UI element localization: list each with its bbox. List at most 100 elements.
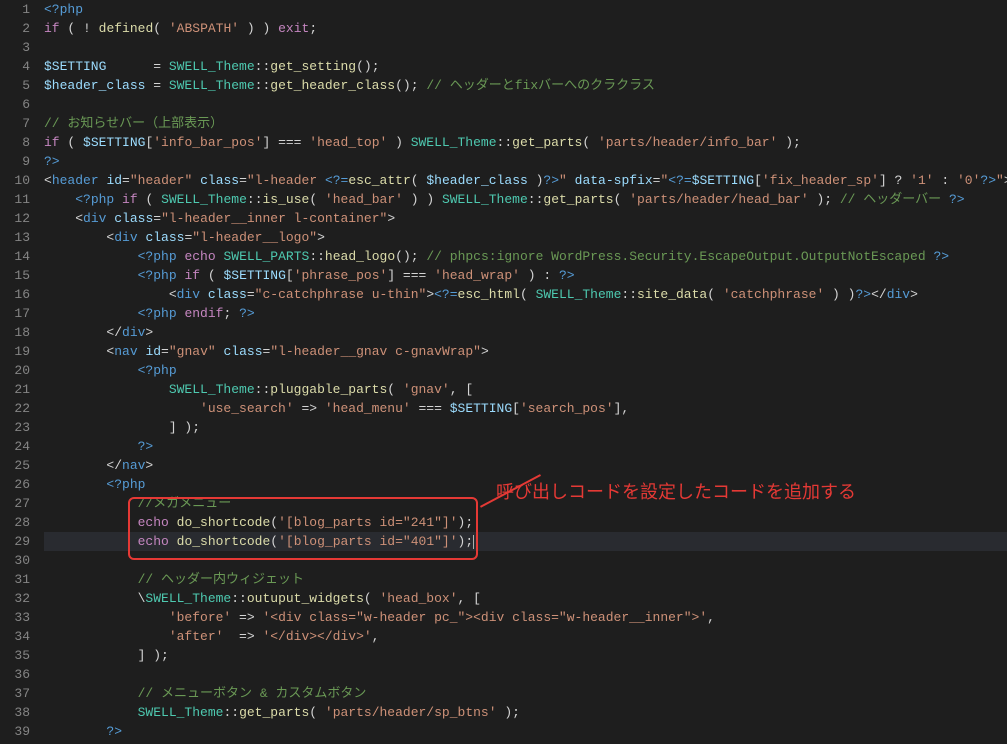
token-var: $header_class <box>426 173 527 188</box>
token-str: 'parts/header/head_bar' <box>629 192 808 207</box>
token-punc: </ <box>44 325 122 340</box>
token-punc: ( <box>309 192 325 207</box>
token-var: class <box>223 344 262 359</box>
token-punc: < <box>44 173 52 188</box>
code-line[interactable]: </nav> <box>44 456 1007 475</box>
code-line[interactable]: <nav id="gnav" class="l-header__gnav c-g… <box>44 342 1007 361</box>
code-line[interactable]: </div> <box>44 323 1007 342</box>
token-punc: [ <box>512 401 520 416</box>
code-line[interactable]: <header id="header" class="l-header <?=e… <box>44 171 1007 190</box>
token-punc: ; <box>223 306 239 321</box>
token-punc: < <box>44 287 177 302</box>
token-punc: ) : <box>520 268 559 283</box>
code-line[interactable]: if ( ! defined( 'ABSPATH' ) ) exit; <box>44 19 1007 38</box>
code-line[interactable]: ?> <box>44 152 1007 171</box>
token-str: " <box>559 173 567 188</box>
code-line[interactable]: echo do_shortcode('[blog_parts id="401"]… <box>44 532 1007 551</box>
code-line[interactable]: ] ); <box>44 646 1007 665</box>
token-kw: echo <box>138 515 169 530</box>
line-number: 1 <box>0 0 30 19</box>
token-cmt: //メガメニュー <box>138 496 232 511</box>
code-line[interactable]: $SETTING = SWELL_Theme::get_setting(); <box>44 57 1007 76</box>
token-cmt: // ヘッダーとfixバーへのクラクラス <box>426 78 655 93</box>
token-punc <box>44 705 138 720</box>
code-line[interactable]: ?> <box>44 437 1007 456</box>
token-punc: :: <box>528 192 544 207</box>
token-punc <box>44 534 138 549</box>
line-number: 15 <box>0 266 30 285</box>
token-kwblue: <?= <box>668 173 691 188</box>
code-line[interactable]: <?php if ( $SETTING['phrase_pos'] === 'h… <box>44 266 1007 285</box>
token-punc: => <box>231 610 262 625</box>
token-var: $SETTING <box>83 135 145 150</box>
token-punc: :: <box>255 78 271 93</box>
token-punc: ); <box>458 534 474 549</box>
token-str: 'use_search' <box>200 401 294 416</box>
token-punc: > <box>481 344 489 359</box>
code-line[interactable]: 'after' => '</div></div>', <box>44 627 1007 646</box>
code-line[interactable]: <div class="c-catchphrase u-thin"><?=esc… <box>44 285 1007 304</box>
code-line[interactable]: 'before' => '<div class="w-header pc_"><… <box>44 608 1007 627</box>
token-str: 'after' <box>169 629 224 644</box>
code-line[interactable]: <?php <box>44 0 1007 19</box>
code-line[interactable]: if ( $SETTING['info_bar_pos'] === 'head_… <box>44 133 1007 152</box>
code-line[interactable]: SWELL_Theme::get_parts( 'parts/header/sp… <box>44 703 1007 722</box>
code-line[interactable]: // ヘッダー内ウィジェット <box>44 570 1007 589</box>
code-line[interactable]: // メニューボタン & カスタムボタン <box>44 684 1007 703</box>
token-punc <box>114 192 122 207</box>
code-line[interactable] <box>44 38 1007 57</box>
code-line[interactable] <box>44 665 1007 684</box>
token-kwblue: ?> <box>106 724 122 739</box>
token-punc <box>44 496 138 511</box>
token-kwblue: <?php <box>75 192 114 207</box>
token-punc: ( <box>200 268 223 283</box>
line-number-gutter: 1234567891011121314151617181920212223242… <box>0 0 42 744</box>
token-punc: => <box>294 401 325 416</box>
line-number: 33 <box>0 608 30 627</box>
token-punc <box>44 477 106 492</box>
token-kwblue: div <box>114 230 137 245</box>
code-line[interactable]: <?php echo SWELL_PARTS::head_logo(); // … <box>44 247 1007 266</box>
token-str: 'info_bar_pos' <box>153 135 262 150</box>
token-kwblue: div <box>887 287 910 302</box>
token-punc: = <box>106 59 168 74</box>
code-line[interactable]: <div class="l-header__inner l-container"… <box>44 209 1007 228</box>
code-line[interactable] <box>44 551 1007 570</box>
token-cmt: // ヘッダー内ウィジェット <box>138 572 304 587</box>
code-line[interactable]: // お知らせバー（上部表示） <box>44 114 1007 133</box>
token-punc: > <box>910 287 918 302</box>
code-line[interactable]: <?php <box>44 361 1007 380</box>
token-var: $SETTING <box>692 173 754 188</box>
code-line[interactable]: $header_class = SWELL_Theme::get_header_… <box>44 76 1007 95</box>
token-kw: echo <box>184 249 215 264</box>
token-punc: ( <box>707 287 723 302</box>
token-punc: ( <box>60 135 83 150</box>
code-line[interactable] <box>44 95 1007 114</box>
line-number: 7 <box>0 114 30 133</box>
code-area[interactable]: <?phpif ( ! defined( 'ABSPATH' ) ) exit;… <box>42 0 1007 744</box>
token-type: SWELL_Theme <box>536 287 622 302</box>
code-line[interactable]: \SWELL_Theme::outuput_widgets( 'head_box… <box>44 589 1007 608</box>
code-line[interactable]: <div class="l-header__logo"> <box>44 228 1007 247</box>
token-var: $SETTING <box>44 59 106 74</box>
token-kw: if <box>44 135 60 150</box>
line-number: 28 <box>0 513 30 532</box>
token-str: "l-header__gnav c-gnavWrap" <box>270 344 481 359</box>
token-str: 'before' <box>169 610 231 625</box>
token-str: 'head_box' <box>380 591 458 606</box>
token-punc: ], <box>614 401 630 416</box>
token-kw: exit <box>278 21 309 36</box>
code-line[interactable]: echo do_shortcode('[blog_parts id="241"]… <box>44 513 1007 532</box>
token-punc: :: <box>255 382 271 397</box>
token-punc <box>169 534 177 549</box>
token-punc: , <box>372 629 380 644</box>
code-line[interactable]: ?> <box>44 722 1007 741</box>
token-type: SWELL_PARTS <box>223 249 309 264</box>
code-line[interactable]: ] ); <box>44 418 1007 437</box>
line-number: 6 <box>0 95 30 114</box>
code-line[interactable]: 'use_search' => 'head_menu' === $SETTING… <box>44 399 1007 418</box>
code-line[interactable]: SWELL_Theme::pluggable_parts( 'gnav', [ <box>44 380 1007 399</box>
code-line[interactable]: <?php endif; ?> <box>44 304 1007 323</box>
code-line[interactable]: <?php if ( SWELL_Theme::is_use( 'head_ba… <box>44 190 1007 209</box>
code-editor[interactable]: 1234567891011121314151617181920212223242… <box>0 0 1007 744</box>
